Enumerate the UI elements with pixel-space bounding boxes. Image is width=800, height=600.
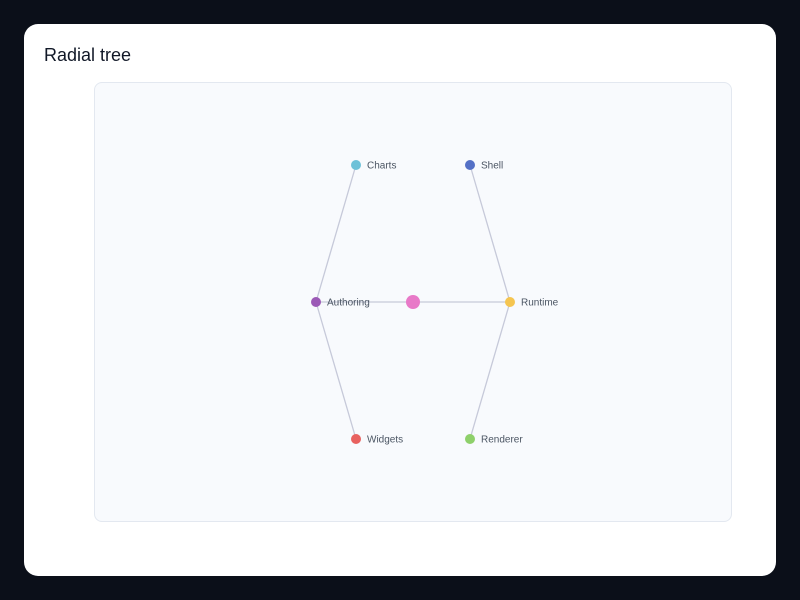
edge-authoring-widgets	[315, 301, 357, 440]
diagram-card: Radial tree Charts Widgets Authoring Shell R…	[24, 24, 776, 576]
node-dot-runtime[interactable]	[505, 297, 515, 307]
node-label-runtime: Runtime	[521, 298, 559, 309]
node-dot-root[interactable]	[406, 295, 420, 309]
node-dot-widgets[interactable]	[351, 434, 361, 444]
tree-node-shell[interactable]: Shell	[465, 160, 503, 172]
tree-node-charts[interactable]: Charts	[351, 160, 396, 172]
page-title: Radial tree	[44, 45, 132, 65]
tree-node-authoring[interactable]: Authoring	[311, 297, 370, 309]
radial-tree-diagram: Charts Widgets Authoring Shell Renderer Runti…	[311, 160, 559, 446]
tree-node-runtime[interactable]: Runtime	[505, 297, 559, 309]
diagram-panel: Charts Widgets Authoring Shell Renderer Runti…	[94, 82, 732, 522]
node-label-charts: Charts	[367, 161, 396, 172]
node-dot-shell[interactable]	[465, 160, 475, 170]
tree-node-widgets[interactable]: Widgets	[351, 434, 403, 446]
tree-node-renderer[interactable]: Renderer	[465, 434, 523, 446]
edge-runtime-renderer	[469, 301, 511, 440]
node-dot-authoring[interactable]	[311, 297, 321, 307]
node-label-shell: Shell	[481, 161, 503, 172]
tree-node-root[interactable]	[406, 295, 420, 309]
node-dot-charts[interactable]	[351, 160, 361, 170]
edge-authoring-charts	[315, 164, 357, 303]
edge-runtime-shell	[469, 164, 511, 303]
node-label-authoring: Authoring	[327, 298, 370, 309]
node-label-renderer: Renderer	[481, 435, 523, 446]
node-label-widgets: Widgets	[367, 435, 403, 446]
node-dot-renderer[interactable]	[465, 434, 475, 444]
node-layer: Charts Widgets Authoring Shell Renderer Runti…	[311, 160, 559, 446]
